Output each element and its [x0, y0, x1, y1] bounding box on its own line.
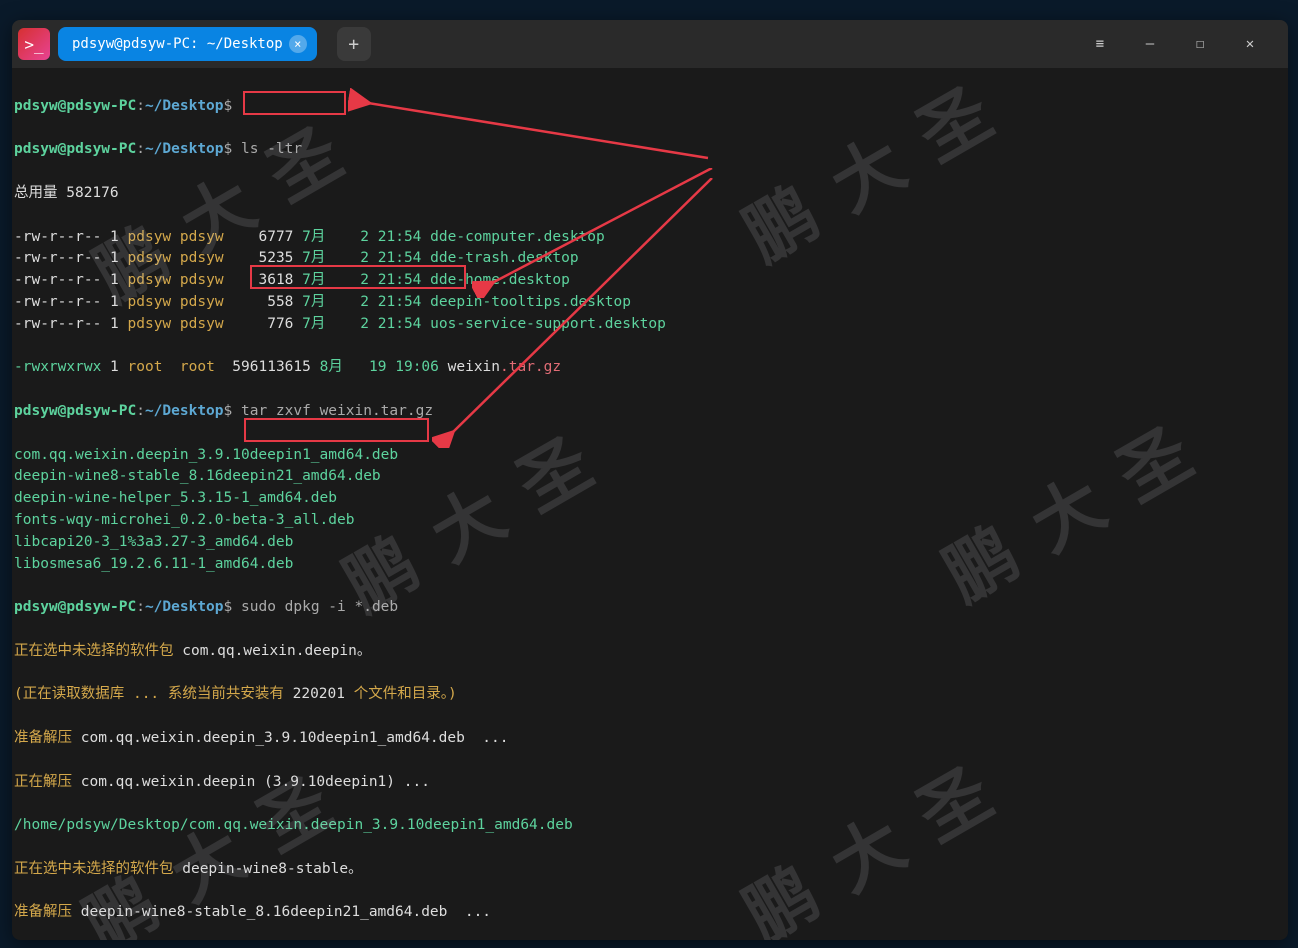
close-button[interactable]: ✕: [1234, 28, 1266, 60]
command-dpkg: sudo dpkg -i *.deb: [241, 599, 398, 615]
ls-row: -rw-r--r-- 1 pdsyw pdsyw 3618 7月 2 21:54…: [14, 270, 1286, 292]
new-tab-button[interactable]: +: [337, 27, 371, 61]
terminal-body[interactable]: pdsyw@pdsyw-PC:~/Desktop$ pdsyw@pdsyw-PC…: [12, 68, 1288, 940]
command-tar: tar zxvf weixin.tar.gz: [241, 403, 433, 419]
terminal-app-icon: >_: [18, 28, 50, 60]
tar-output-row: fonts-wqy-microhei_0.2.0-beta-3_all.deb: [14, 510, 1286, 532]
window-controls: ≡ — ☐ ✕: [1084, 28, 1282, 60]
ls-row: -rw-r--r-- 1 pdsyw pdsyw 6777 7月 2 21:54…: [14, 227, 1286, 249]
tab-active[interactable]: pdsyw@pdsyw-PC: ~/Desktop ×: [58, 27, 317, 61]
tar-output-row: com.qq.weixin.deepin_3.9.10deepin1_amd64…: [14, 445, 1286, 467]
titlebar: >_ pdsyw@pdsyw-PC: ~/Desktop × + ≡ — ☐ ✕: [12, 20, 1288, 68]
maximize-button[interactable]: ☐: [1184, 28, 1216, 60]
tar-output-row: libosmesa6_19.2.6.11-1_amd64.deb: [14, 554, 1286, 576]
tab-title: pdsyw@pdsyw-PC: ~/Desktop: [72, 36, 283, 52]
menu-icon[interactable]: ≡: [1084, 28, 1116, 60]
prompt-path: ~/Desktop: [145, 98, 224, 114]
command-ls: ls -ltr: [241, 141, 302, 157]
ls-row: -rw-r--r-- 1 pdsyw pdsyw 5235 7月 2 21:54…: [14, 248, 1286, 270]
ls-row: -rw-r--r-- 1 pdsyw pdsyw 776 7月 2 21:54 …: [14, 314, 1286, 336]
tar-output-row: libcapi20-3_1%3a3.27-3_amd64.deb: [14, 532, 1286, 554]
tab-close-icon[interactable]: ×: [289, 35, 307, 53]
tar-output-row: deepin-wine8-stable_8.16deepin21_amd64.d…: [14, 466, 1286, 488]
ls-total: 总用量 582176: [14, 183, 1286, 205]
ls-row: -rw-r--r-- 1 pdsyw pdsyw 558 7月 2 21:54 …: [14, 292, 1286, 314]
minimize-button[interactable]: —: [1134, 28, 1166, 60]
tar-output-row: deepin-wine-helper_5.3.15-1_amd64.deb: [14, 488, 1286, 510]
prompt-user: pdsyw@pdsyw-PC: [14, 98, 136, 114]
terminal-window: >_ pdsyw@pdsyw-PC: ~/Desktop × + ≡ — ☐ ✕…: [12, 20, 1288, 940]
